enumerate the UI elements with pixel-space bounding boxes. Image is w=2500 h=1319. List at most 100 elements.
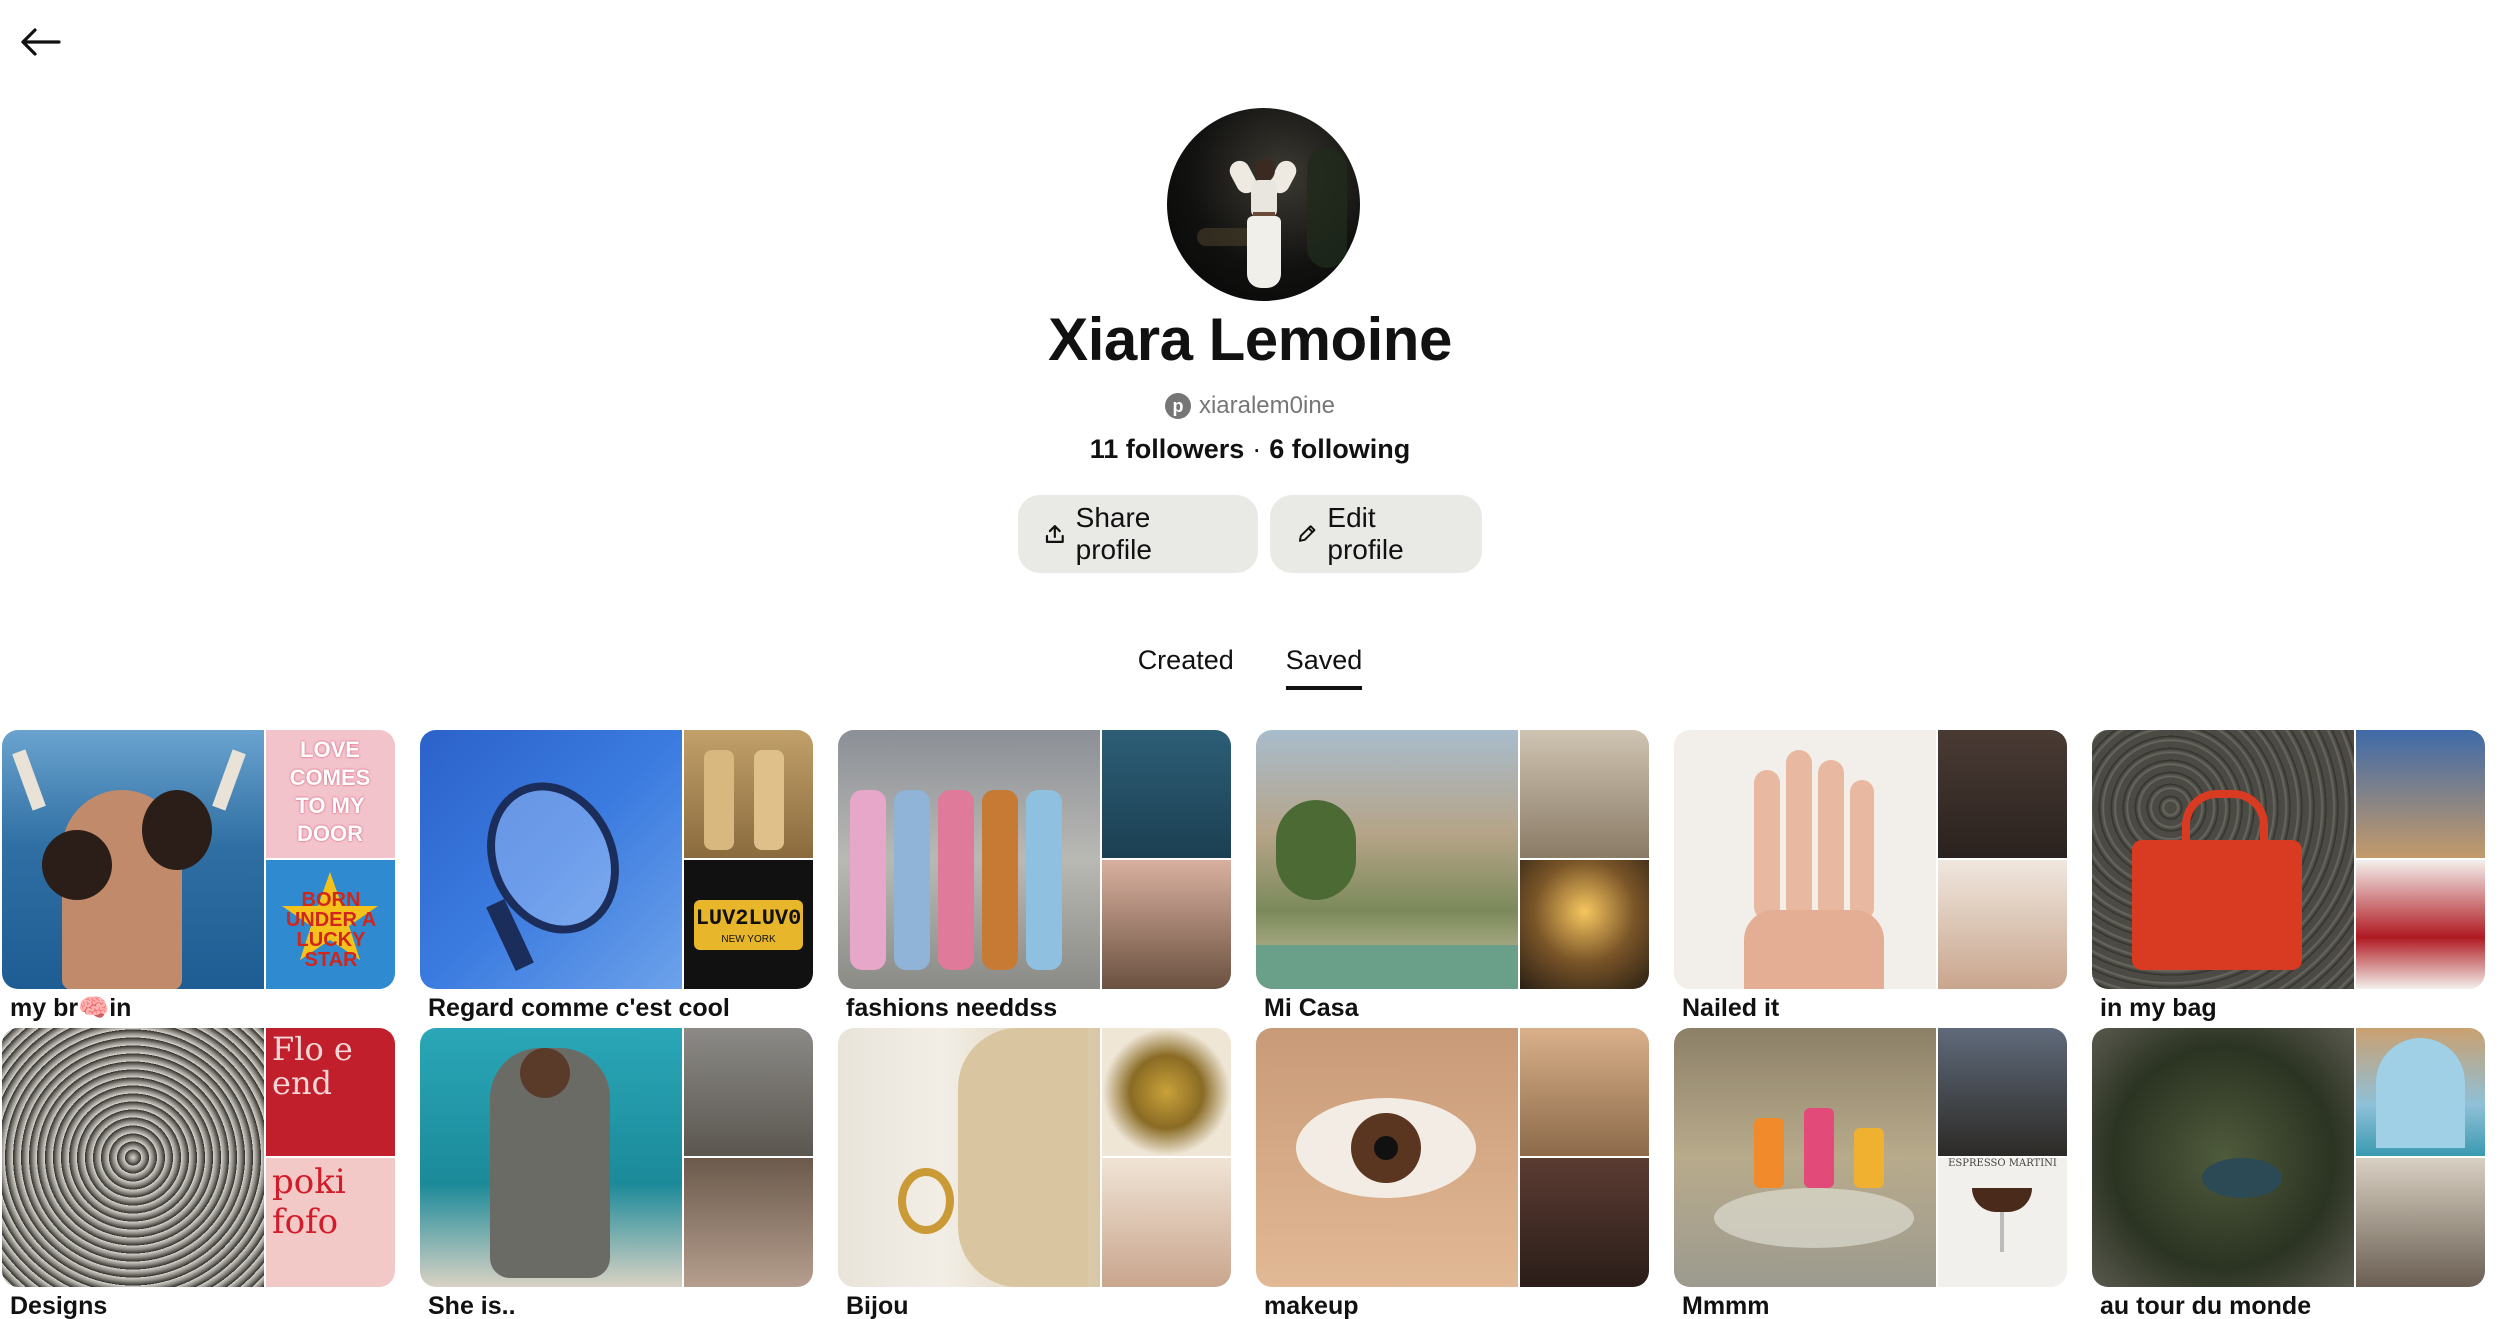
board-collage [838,730,1231,989]
board-title: au tour du monde [2100,1292,2312,1319]
board-cover-image [838,730,1100,989]
board-collage: LOVE COMES TO MY DOOR BORN UNDER A LUCKY… [2,730,395,989]
tab-created[interactable]: Created [1138,645,1234,690]
board-image [2356,860,2485,989]
board-image [1102,730,1231,858]
board-title: fashions needdss [846,994,1058,1022]
edit-profile-label: Edit profile [1327,502,1404,565]
board-card[interactable]: Flo e end poki fofo Designs [2,1028,395,1319]
board-collage [2092,730,2485,989]
board-collage: Flo e end poki fofo [2,1028,395,1287]
board-cover-image [2092,730,2354,989]
board-collage: ESPRESSO MARTINI [1674,1028,2067,1287]
board-image [1102,1158,1231,1287]
profile-actions: Share profile Edit profile [0,495,2500,573]
board-image [1520,1028,1649,1156]
board-collage [2092,1028,2485,1287]
board-cover-image [838,1028,1100,1287]
board-image [2356,1028,2485,1156]
share-profile-label: Share profile [1075,502,1152,565]
board-collage: LUV2LUV0 NEW YORK [420,730,813,989]
pinterest-logo-icon: p [1164,393,1191,419]
board-card[interactable]: LUV2LUV0 NEW YORK Regard comme c'est coo… [420,730,813,1022]
board-image: poki fofo [266,1158,395,1287]
following-count[interactable]: 6 following [1269,434,1410,465]
board-image: Flo e end [266,1028,395,1156]
board-card[interactable]: She is.. [420,1028,813,1319]
board-image [1938,860,2067,989]
board-collage [1674,730,2067,989]
board-card[interactable]: in my bag [2092,730,2485,1022]
board-image [1520,1158,1649,1287]
tab-saved[interactable]: Saved [1285,645,1363,690]
board-card[interactable]: Mi Casa [1256,730,1649,1022]
board-image: BORN UNDER A LUCKY STAR [266,860,395,989]
board-image [1520,730,1649,858]
collage-text: LUV2LUV0 [695,906,802,931]
board-title: my br🧠in [10,994,132,1022]
board-card[interactable]: LOVE COMES TO MY DOOR BORN UNDER A LUCKY… [2,730,395,1022]
board-image [684,1158,813,1287]
board-cover-image [2,730,264,989]
board-cover-image [420,1028,682,1287]
board-title: makeup [1264,1292,1359,1319]
board-image [2356,730,2485,858]
board-collage [1256,730,1649,989]
board-image: ESPRESSO MARTINI [1938,1158,2067,1287]
board-image [1102,860,1231,989]
board-image [2356,1158,2485,1287]
back-button[interactable] [14,16,66,68]
board-collage [1256,1028,1649,1287]
profile-page: Xiara Lemoine p xiaralem0ine 11 follower… [0,0,2500,1319]
arrow-left-icon [21,28,61,56]
pencil-icon [1298,525,1316,542]
board-image [1938,1028,2067,1156]
collage-text: Flo e end [272,1030,353,1102]
board-image [1520,860,1649,989]
edit-profile-button[interactable]: Edit profile [1270,495,1482,573]
board-cover-image [2092,1028,2354,1287]
username: xiaralem0ine [1198,392,1336,419]
board-image [1102,1028,1231,1156]
board-cover-image [1674,730,1936,989]
follow-stats: 11 followers · 6 following [0,434,2500,465]
board-image [1938,730,2067,858]
board-cover-image [1256,730,1518,989]
share-upload-icon [1045,525,1064,543]
board-card[interactable]: Nailed it [1674,730,2067,1022]
board-cover-image [420,730,682,989]
avatar[interactable] [1167,108,1360,301]
share-profile-button[interactable]: Share profile [1018,495,1258,573]
followers-count[interactable]: 11 followers [1090,434,1245,465]
collage-text: LOVE COMES TO MY DOOR [289,737,371,846]
board-card[interactable]: fashions needdss [838,730,1231,1022]
board-image: LUV2LUV0 NEW YORK [684,860,813,989]
board-image [684,1028,813,1156]
collage-text: NEW YORK [721,934,776,945]
board-title: Mmmm [1682,1292,1770,1319]
board-cover-image [2,1028,264,1287]
board-collage [838,1028,1231,1287]
profile-name: Xiara Lemoine [1048,306,1452,373]
board-image: LOVE COMES TO MY DOOR [266,730,395,858]
collage-text: poki fofo [272,1162,346,1242]
board-title: Bijou [846,1292,909,1319]
board-card[interactable]: makeup [1256,1028,1649,1319]
board-card[interactable]: ESPRESSO MARTINI Mmmm [1674,1028,2067,1319]
username-row: p xiaralem0ine [0,392,2500,420]
board-title: She is.. [428,1292,516,1319]
profile-tabs: Created Saved [0,645,2500,690]
board-image [684,730,813,858]
board-collage [420,1028,813,1287]
follow-separator: · [1252,434,1262,464]
board-card[interactable]: Bijou [838,1028,1231,1319]
board-cover-image [1256,1028,1518,1287]
board-card[interactable]: au tour du monde [2092,1028,2485,1319]
board-title: in my bag [2100,994,2217,1022]
board-title: Regard comme c'est cool [428,994,730,1022]
board-title: Nailed it [1682,994,1780,1022]
board-cover-image [1674,1028,1936,1287]
collage-text: ESPRESSO MARTINI [1948,1158,2057,1169]
board-title: Mi Casa [1264,994,1359,1022]
collage-text: BORN UNDER A LUCKY STAR [285,889,377,971]
